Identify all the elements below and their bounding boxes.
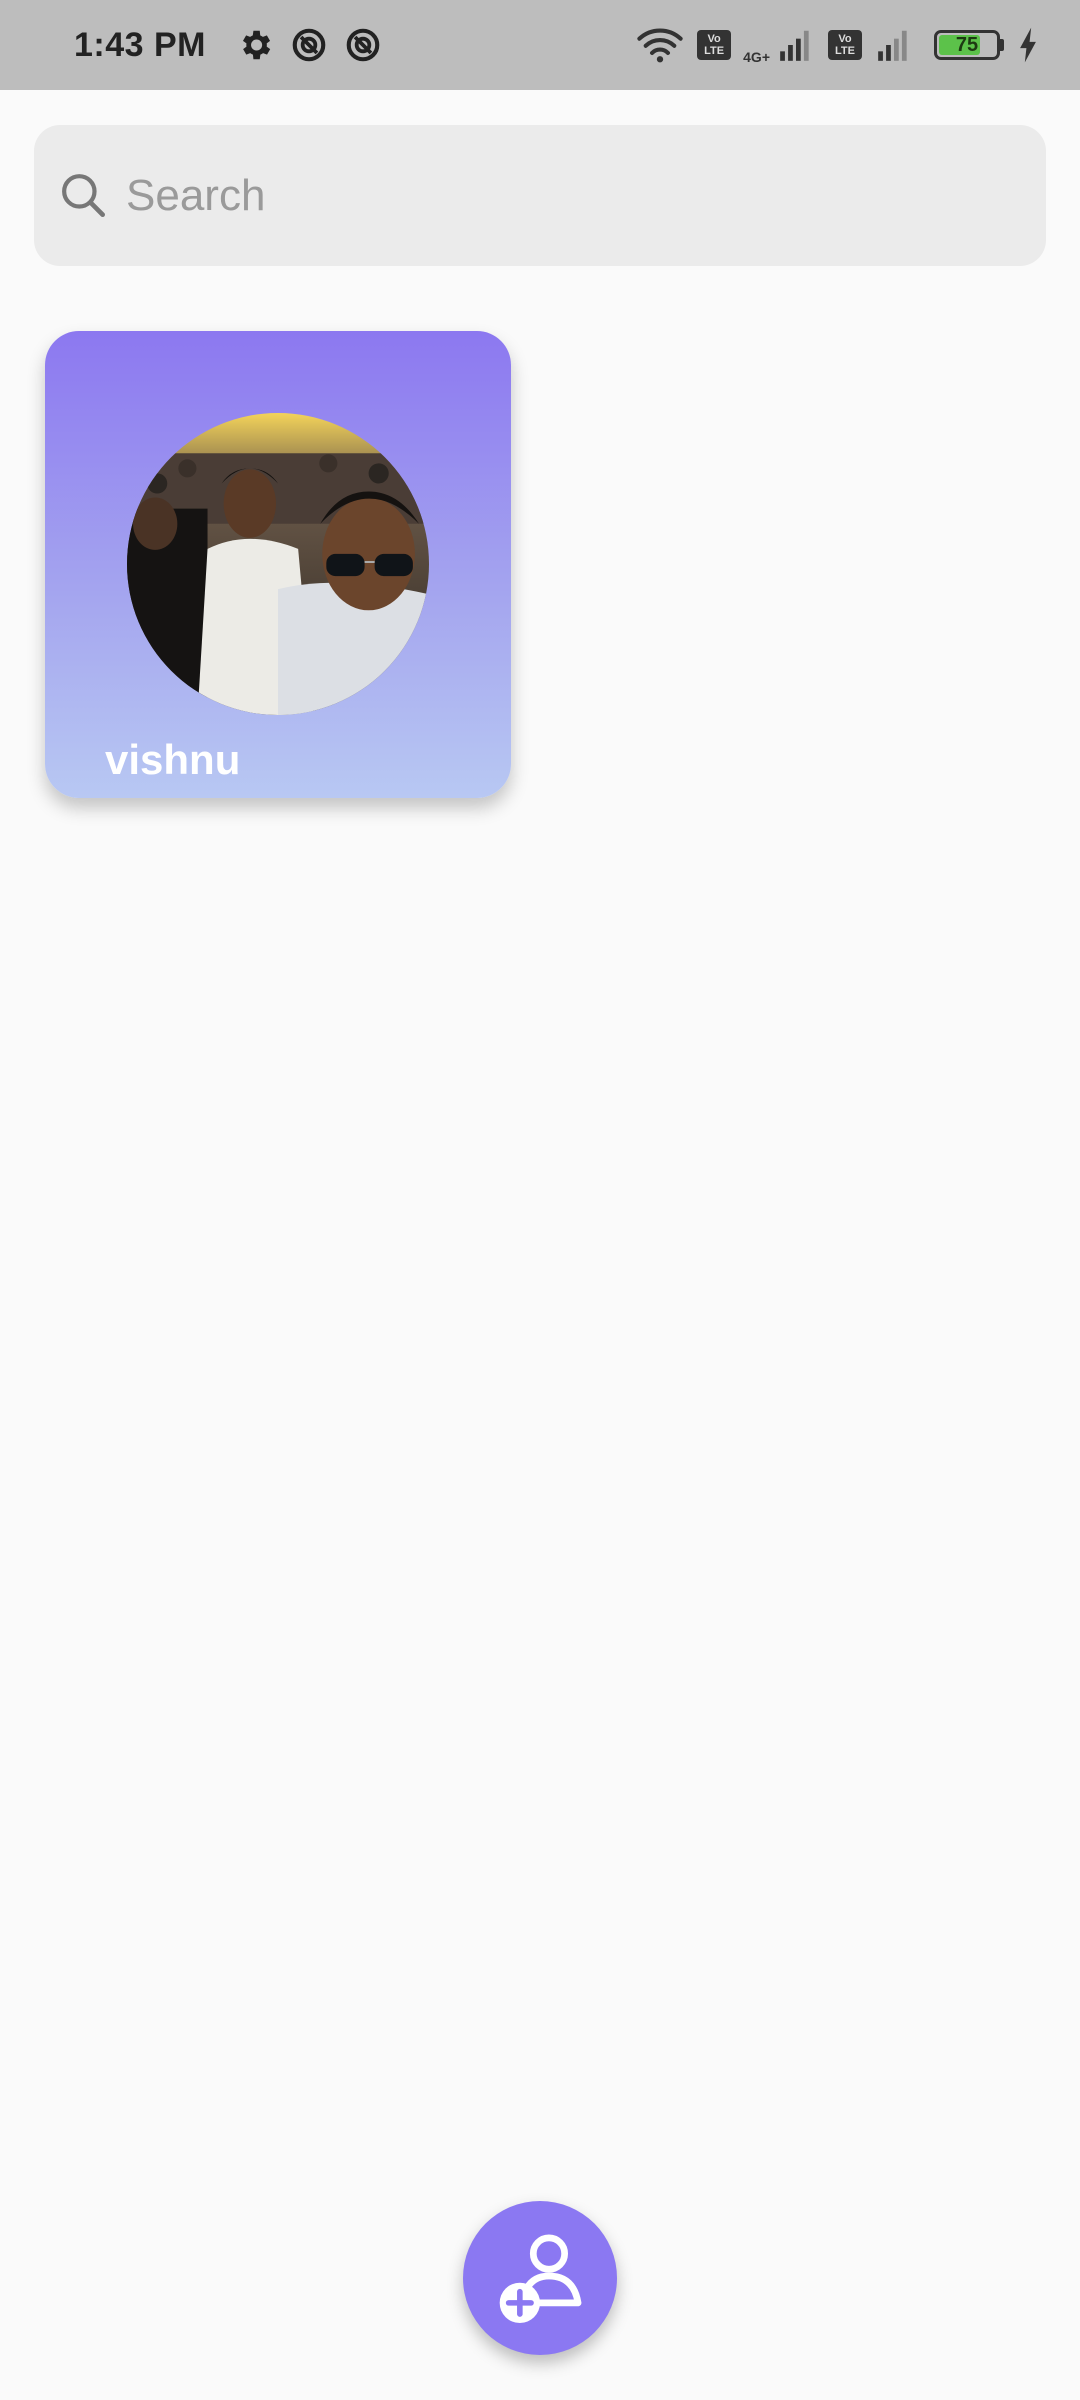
do-not-disturb-icon [344,26,382,64]
contact-name: vishnu [105,736,241,783]
battery-tip [1000,39,1004,51]
status-bar-left: 1:43 PM [74,26,382,65]
battery-level: 75 [955,34,979,56]
network-type-label: 4G+ [743,49,770,65]
add-person-icon [484,2220,596,2337]
volte-badge: Vo LTE [697,30,732,60]
charging-icon [1016,26,1040,64]
status-bar: 1:43 PM Vo LTE 4G+ Vo LTE 75 [0,0,1080,90]
gear-icon [236,26,274,64]
add-contact-button[interactable] [463,2201,617,2355]
avatar[interactable] [127,413,429,715]
contact-photo [127,413,429,715]
battery-icon: 75 [934,30,1000,60]
wifi-icon [635,26,685,64]
contact-card[interactable]: vishnu [45,331,511,798]
search-input[interactable] [126,170,1046,221]
search-bar[interactable] [34,125,1046,266]
signal-icon [874,26,914,64]
search-icon [56,168,112,224]
status-time: 1:43 PM [74,25,206,64]
volte-badge: Vo LTE [828,30,862,60]
status-bar-right: Vo LTE 4G+ Vo LTE 75 [635,25,1040,65]
do-not-disturb-icon [290,26,328,64]
signal-icon [776,26,816,64]
